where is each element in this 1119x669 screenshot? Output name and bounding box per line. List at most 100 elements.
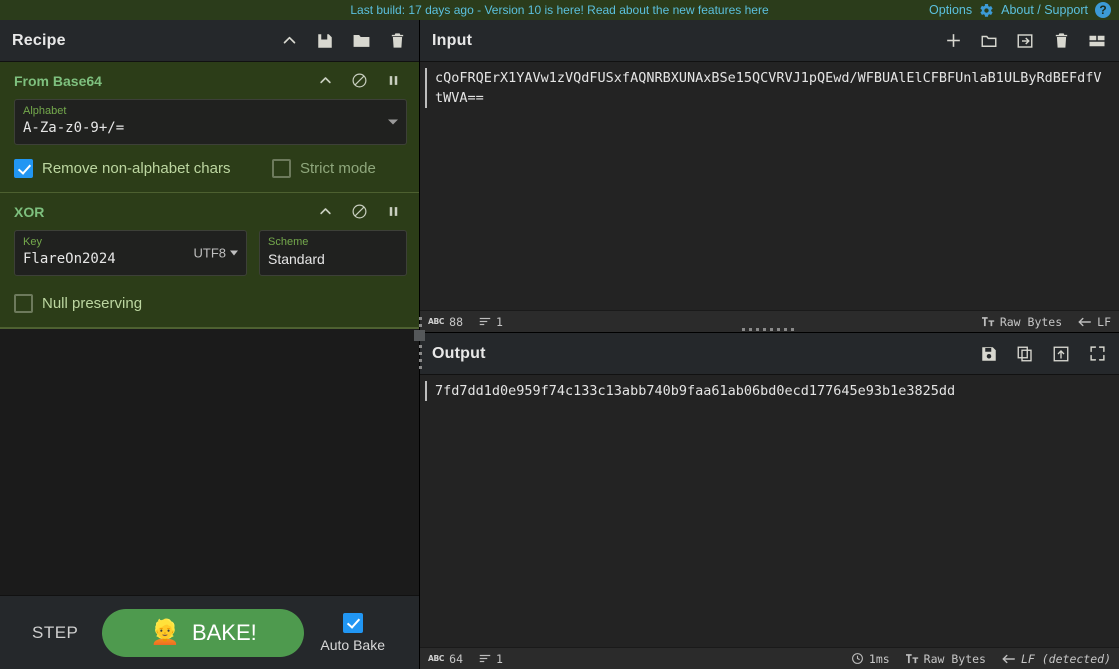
alphabet-select[interactable]: Alphabet A-Za-z0-9+/= <box>14 99 407 145</box>
copy-icon[interactable] <box>1015 344 1035 364</box>
main-split: Recipe From Base64 Alphabet A-Za-z0-9+/=… <box>0 20 1119 669</box>
chevron-up-icon[interactable] <box>318 204 333 219</box>
bake-controls: STEP 👱 BAKE! Auto Bake <box>0 595 419 669</box>
output-length: ABC 64 <box>428 652 463 666</box>
tab-layout-icon[interactable] <box>1087 31 1107 51</box>
splitter-grip <box>418 316 422 373</box>
replace-input-icon[interactable] <box>1051 344 1071 364</box>
output-status-right: 1ms Raw Bytes LF (detected) <box>835 652 1111 666</box>
output-line-ending[interactable]: LF (detected) <box>1002 652 1111 666</box>
clear-icon[interactable] <box>1051 31 1071 51</box>
recipe-title-bar: Recipe <box>0 20 419 62</box>
recipe-io-splitter[interactable] <box>415 20 425 669</box>
operation-header: XOR <box>0 193 419 226</box>
recipe-operations-list[interactable]: From Base64 Alphabet A-Za-z0-9+/= Remove… <box>0 62 419 595</box>
bake-button[interactable]: 👱 BAKE! <box>102 608 305 657</box>
input-text[interactable]: cQoFRQErX1YAVw1zVQdFUSxfAQNRBXUNAxBSe15Q… <box>425 68 1119 108</box>
input-editor[interactable]: cQoFRQErX1YAVw1zVQdFUSxfAQNRBXUNAxBSe15Q… <box>420 62 1119 310</box>
output-encoding[interactable]: Raw Bytes <box>905 651 986 666</box>
bake-time: 1ms <box>851 652 890 666</box>
input-encoding[interactable]: Raw Bytes <box>981 314 1063 329</box>
lines-icon <box>479 653 491 664</box>
input-title-bar: Input <box>420 20 1119 62</box>
input-length-value: 88 <box>449 314 463 329</box>
input-pane: Input cQoFRQErX1YAVw1zVQdFUSxfAQNRBXUNAx… <box>420 20 1119 333</box>
strict-mode-checkbox[interactable]: Strict mode <box>272 159 376 178</box>
pause-icon[interactable] <box>386 73 401 88</box>
input-line-ending[interactable]: LF <box>1078 315 1111 329</box>
chevron-down-icon[interactable] <box>388 119 398 125</box>
key-input[interactable]: Key FlareOn2024 UTF8 <box>14 230 247 276</box>
output-title-icons <box>979 344 1107 364</box>
io-splitter-grip[interactable] <box>741 328 798 331</box>
save-icon[interactable] <box>979 344 999 364</box>
output-title-bar: Output <box>420 333 1119 375</box>
alphabet-value: A-Za-z0-9+/= <box>23 120 125 136</box>
disable-icon[interactable] <box>351 203 368 220</box>
operation-xor[interactable]: XOR Key FlareOn2024 UTF8 Scheme Standard… <box>0 193 419 328</box>
splitter-drag-square[interactable] <box>414 330 425 341</box>
scheme-value: Standard <box>268 251 325 267</box>
add-tab-icon[interactable] <box>943 31 963 51</box>
step-button[interactable]: STEP <box>16 617 94 649</box>
operation-icons <box>318 203 407 220</box>
chevron-up-icon[interactable] <box>279 31 299 51</box>
input-encoding-value: Raw Bytes <box>999 314 1063 329</box>
abc-icon: ABC <box>428 654 445 663</box>
auto-bake-label: Auto Bake <box>320 636 386 653</box>
return-icon <box>1002 653 1016 665</box>
open-file-icon[interactable] <box>1015 31 1035 51</box>
operation-arguments: Alphabet A-Za-z0-9+/= Remove non-alphabe… <box>0 95 419 192</box>
scheme-select[interactable]: Scheme Standard <box>259 230 407 276</box>
checkbox-label: Remove non-alphabet chars <box>42 160 231 177</box>
clock-icon <box>851 652 864 665</box>
options-link[interactable]: Options <box>929 3 972 17</box>
operation-icons <box>318 72 407 89</box>
operation-name: From Base64 <box>14 72 102 89</box>
xor-checkboxes: Null preserving <box>14 294 407 313</box>
key-encoding-dropdown[interactable]: UTF8 <box>193 245 238 261</box>
chevron-up-icon[interactable] <box>318 73 333 88</box>
recipe-pane: Recipe From Base64 Alphabet A-Za-z0-9+/=… <box>0 20 425 669</box>
trash-icon[interactable] <box>387 31 407 51</box>
maximise-icon[interactable] <box>1087 344 1107 364</box>
save-recipe-icon[interactable] <box>315 31 335 51</box>
output-text[interactable]: 7fd7dd1d0e959f74c133c13abb740b9faa61ab06… <box>425 381 1119 401</box>
output-length-value: 64 <box>449 651 463 666</box>
recipe-title: Recipe <box>12 31 66 49</box>
font-icon <box>905 653 919 665</box>
input-line-ending-value: LF <box>1097 314 1111 329</box>
null-preserving-checkbox[interactable]: Null preserving <box>14 294 142 313</box>
font-icon <box>981 316 995 328</box>
checkbox-box[interactable] <box>272 159 291 178</box>
checkbox-box[interactable] <box>14 159 33 178</box>
input-lines: 1 <box>479 315 503 329</box>
input-title-icons <box>943 31 1107 51</box>
folder-icon[interactable] <box>351 31 371 51</box>
output-encoding-value: Raw Bytes <box>923 651 986 666</box>
checkbox-label: Strict mode <box>300 160 376 177</box>
checkbox-label: Null preserving <box>42 295 143 312</box>
input-length: ABC 88 <box>428 315 463 329</box>
xor-arg-row: Key FlareOn2024 UTF8 Scheme Standard <box>14 230 407 276</box>
checkbox-box[interactable] <box>342 612 363 633</box>
checkbox-box[interactable] <box>14 294 33 313</box>
bake-time-value: 1ms <box>868 651 890 666</box>
disable-icon[interactable] <box>351 72 368 89</box>
chevron-down-icon <box>230 250 238 256</box>
key-encoding-label: UTF8 <box>193 245 227 261</box>
about-support-link[interactable]: About / Support <box>1001 3 1088 17</box>
output-editor[interactable]: 7fd7dd1d0e959f74c133c13abb740b9faa61ab06… <box>420 375 1119 647</box>
question-mark-icon[interactable]: ? <box>1095 2 1111 18</box>
open-folder-icon[interactable] <box>979 31 999 51</box>
pause-icon[interactable] <box>386 204 401 219</box>
operation-from-base64[interactable]: From Base64 Alphabet A-Za-z0-9+/= Remove… <box>0 62 419 193</box>
operation-arguments: Key FlareOn2024 UTF8 Scheme Standard Nul… <box>0 226 419 327</box>
scheme-label: Scheme <box>268 236 309 248</box>
remove-non-alphabet-chars-checkbox[interactable]: Remove non-alphabet chars <box>14 159 272 178</box>
abc-icon: ABC <box>428 317 445 326</box>
recipe-title-icons <box>279 31 407 51</box>
top-banner: Last build: 17 days ago - Version 10 is … <box>0 0 1119 20</box>
auto-bake-toggle[interactable]: Auto Bake <box>320 612 386 653</box>
gear-icon[interactable] <box>979 3 994 18</box>
